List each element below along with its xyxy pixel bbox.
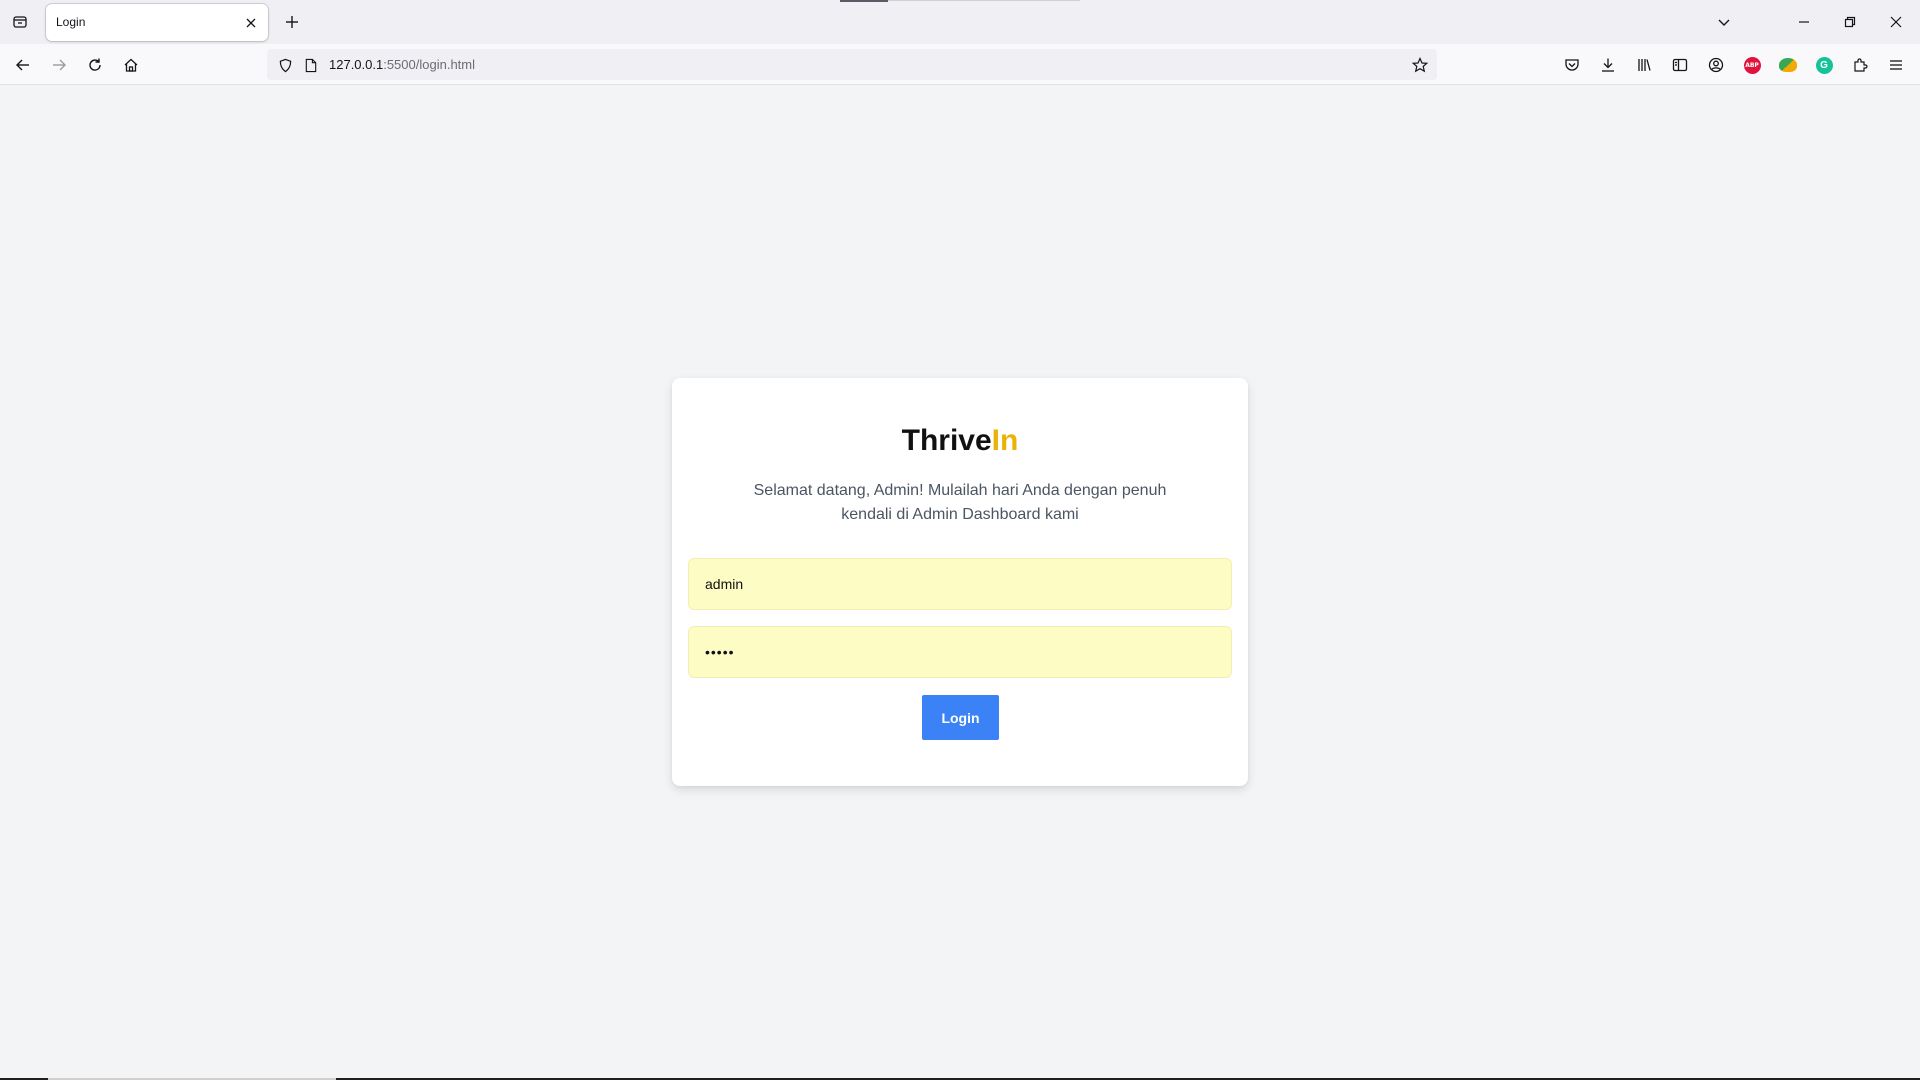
url-path: :5500/login.html [383, 57, 475, 72]
password-input[interactable]: ••••• [688, 626, 1232, 678]
extensions-icon[interactable] [1847, 52, 1873, 78]
tab-list-icon[interactable] [8, 10, 32, 34]
minimize-icon[interactable] [1784, 8, 1824, 36]
navigation-toolbar: 127.0.0.1:5500/login.html ABP G [0, 44, 1920, 85]
reload-icon[interactable] [82, 52, 108, 78]
url-text[interactable]: 127.0.0.1:5500/login.html [329, 57, 475, 72]
home-icon[interactable] [118, 52, 144, 78]
adblock-icon[interactable]: ABP [1739, 52, 1765, 78]
account-icon[interactable] [1703, 52, 1729, 78]
url-bar[interactable]: 127.0.0.1:5500/login.html [267, 49, 1437, 80]
close-icon[interactable] [242, 14, 260, 32]
brand-logo: ThriveIn [672, 424, 1248, 458]
page-icon[interactable] [301, 55, 321, 75]
url-host: 127.0.0.1 [329, 57, 384, 72]
download-icon[interactable] [1595, 52, 1621, 78]
star-icon[interactable] [1409, 54, 1431, 76]
tab-indicator [840, 0, 888, 2]
brand-main: Thrive [901, 424, 992, 457]
brand-accent: In [991, 424, 1019, 457]
tab-bar: Login [0, 0, 1920, 44]
library-icon[interactable] [1631, 52, 1657, 78]
welcome-message: Selamat datang, Admin! Mulailah hari And… [753, 482, 1167, 523]
pocket-icon[interactable] [1559, 52, 1585, 78]
vpn-icon[interactable] [1775, 52, 1801, 78]
login-card: ThriveIn Selamat datang, Admin! Mulailah… [672, 378, 1248, 786]
back-icon[interactable] [10, 52, 36, 78]
chevron-down-icon[interactable] [1712, 10, 1736, 34]
sidebar-icon[interactable] [1667, 52, 1693, 78]
page-content: ThriveIn Selamat datang, Admin! Mulailah… [0, 85, 1920, 1078]
tab-login[interactable]: Login [46, 4, 268, 41]
username-input[interactable]: admin [688, 558, 1232, 610]
restore-icon[interactable] [1830, 8, 1870, 36]
menu-icon[interactable] [1883, 52, 1909, 78]
tab-indicator-track [888, 0, 1080, 1]
shield-icon[interactable] [275, 55, 295, 75]
grammarly-icon[interactable]: G [1811, 52, 1837, 78]
window-close-icon[interactable] [1876, 8, 1916, 36]
tab-title: Login [56, 15, 86, 29]
login-button[interactable]: Login [922, 695, 999, 740]
forward-icon[interactable] [46, 52, 72, 78]
plus-icon[interactable] [280, 10, 304, 34]
